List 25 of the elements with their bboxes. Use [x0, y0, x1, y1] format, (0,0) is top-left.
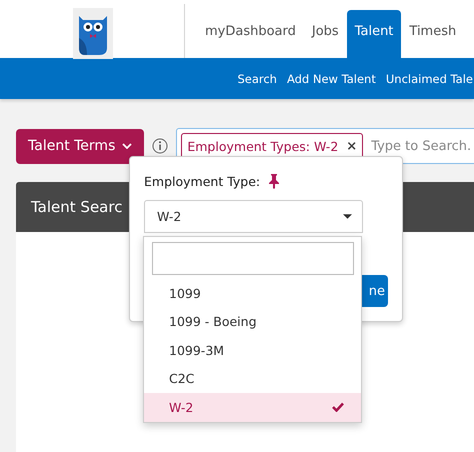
subnav-link[interactable]: Search: [237, 72, 277, 86]
nav-tab[interactable]: myDashboard: [197, 10, 304, 58]
nav-tab[interactable]: Talent: [346, 10, 402, 58]
done-button[interactable]: ne: [361, 275, 388, 307]
subnav-link[interactable]: Unclaimed Tale: [386, 72, 473, 86]
dropdown-option[interactable]: C2C: [144, 364, 361, 393]
info-icon[interactable]: [152, 138, 168, 154]
remove-tag-button[interactable]: ×: [346, 138, 358, 154]
dropdown-option[interactable]: 1099 - Boeing: [144, 308, 361, 336]
checkmark-icon: [332, 402, 344, 412]
talent-terms-button[interactable]: Talent Terms: [16, 128, 144, 164]
nav-tab[interactable]: Timesh: [401, 10, 464, 58]
tag-label: Employment Types: W-2: [187, 138, 338, 154]
nav-tab[interactable]: Jobs: [304, 10, 347, 58]
dropdown-option[interactable]: 1099-3M: [144, 336, 361, 364]
dropdown-search-field[interactable]: [152, 242, 354, 275]
caret-down-icon: [343, 214, 352, 219]
employment-type-select[interactable]: W-2: [144, 200, 363, 233]
dropdown-option[interactable]: 1099: [144, 279, 361, 308]
chevron-down-icon: [122, 143, 132, 149]
pin-icon[interactable]: [268, 173, 280, 189]
field-label: Employment Type:: [144, 174, 260, 188]
dropdown-option[interactable]: W-2: [144, 393, 361, 422]
panel-title: Talent Searc: [31, 198, 122, 216]
subnav-link[interactable]: Add New Talent: [286, 72, 376, 86]
